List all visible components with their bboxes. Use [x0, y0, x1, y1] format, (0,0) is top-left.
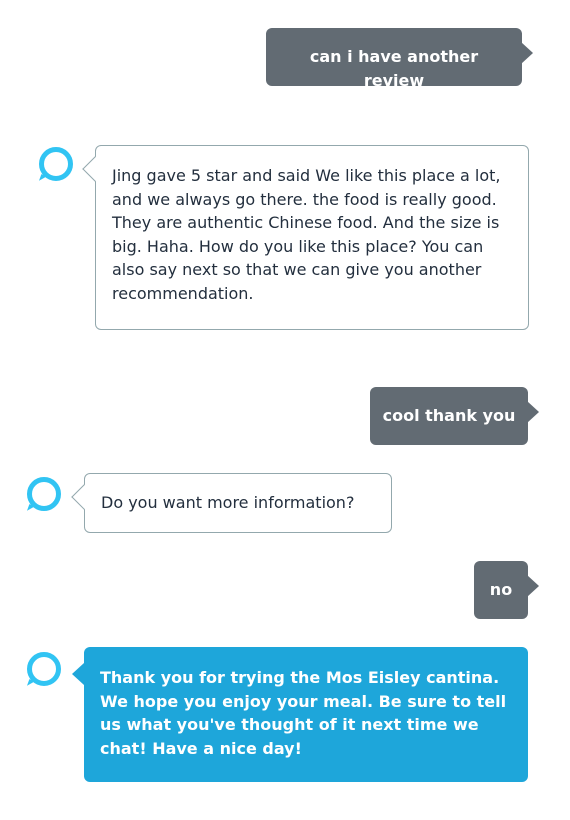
user-message-text: cool thank you: [382, 406, 516, 425]
assistant-message-bubble: Do you want more information?: [71, 473, 392, 533]
bubble-tail: [71, 484, 97, 510]
bubble-tail: [82, 156, 108, 182]
user-message-bubble: can i have another review: [266, 28, 533, 90]
user-message-bubble: no: [474, 561, 539, 619]
user-message-text: no: [489, 580, 513, 599]
alexa-ring-icon: [39, 147, 73, 181]
alexa-ring-icon: [27, 477, 61, 511]
assistant-message-bubble: Jing gave 5 star and said We like this p…: [82, 145, 529, 330]
alexa-ring-icon: [27, 652, 61, 686]
assistant-message-text: Jing gave 5 star and said We like this p…: [112, 166, 501, 303]
assistant-final-message-bubble: Thank you for trying the Mos Eisley cant…: [72, 647, 528, 782]
user-message-bubble: cool thank you: [370, 387, 539, 445]
user-message-text: can i have another review: [309, 47, 479, 90]
assistant-message-text: Thank you for trying the Mos Eisley cant…: [100, 668, 507, 758]
assistant-message-text: Do you want more information?: [101, 493, 355, 512]
